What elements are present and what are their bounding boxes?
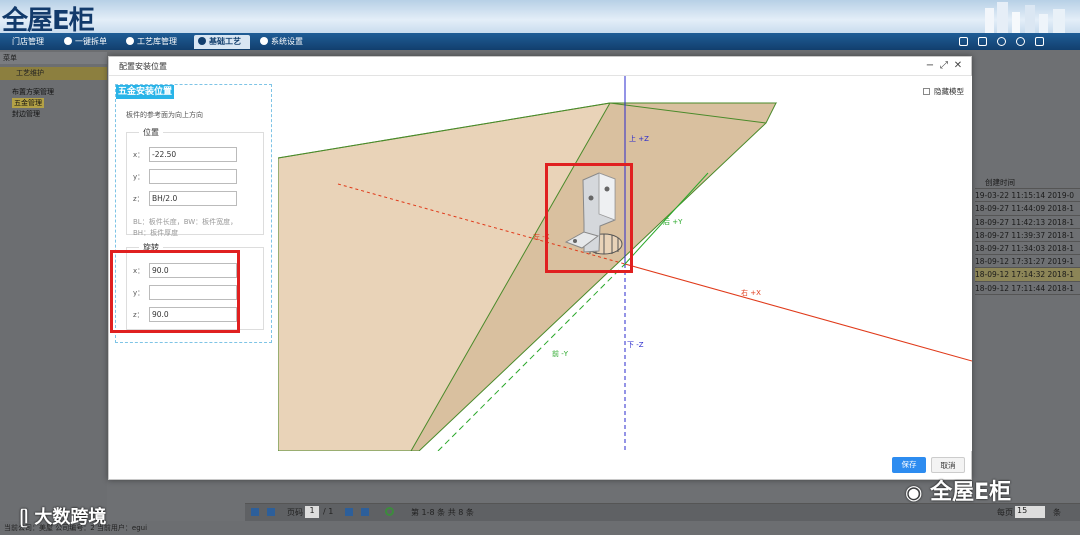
save-button[interactable]: 保存	[892, 457, 926, 473]
axis-label-down: 下 -Z	[627, 341, 644, 349]
position-legend: 位置	[139, 127, 163, 138]
skyline-decoration	[985, 2, 1065, 33]
table-row[interactable]: 19-03-22 11:15:14 2019-0	[975, 189, 1080, 203]
hardware-highlight-box	[545, 163, 633, 273]
watermark-left: ᥫ 大数跨境	[20, 507, 107, 528]
settings-icon	[260, 37, 268, 45]
page-label: 页码	[287, 508, 303, 517]
user-icon[interactable]	[997, 37, 1006, 46]
top-banner	[0, 0, 1080, 33]
data-table: 创建时间 19-03-22 11:15:14 2019-0 18-09-27 1…	[975, 176, 1080, 304]
table-row-highlighted[interactable]: 18-09-12 17:14:32 2018-1	[975, 268, 1080, 282]
pos-x-input[interactable]: -22.50	[149, 147, 237, 162]
pos-z-label: z：	[133, 195, 144, 203]
calendar-icon[interactable]	[978, 37, 987, 46]
exit-icon[interactable]	[1035, 37, 1044, 46]
sidebar-item-edge-banding[interactable]: 封边管理	[12, 109, 40, 119]
home-icon[interactable]	[959, 37, 968, 46]
check-icon	[64, 37, 72, 45]
3d-viewport[interactable]: 上 +Z 下 -Z 左 -X 右 +X 后 +Y 前 -Y	[278, 76, 972, 451]
tab-system-settings[interactable]: 系统设置	[256, 35, 316, 49]
axis-label-front: 前 -Y	[552, 350, 569, 358]
watermark-right: ◉ 全屋E柜	[905, 480, 1012, 505]
check-icon	[126, 37, 134, 45]
next-page-icon[interactable]	[345, 508, 353, 516]
page-total: / 1	[323, 507, 334, 516]
checkbox-icon[interactable]	[923, 88, 930, 95]
sidebar-item-hardware[interactable]: 五金管理	[12, 98, 44, 108]
table-row[interactable]: 18-09-12 17:11:44 2018-1	[975, 282, 1080, 295]
hide-model-checkbox[interactable]: 隐藏模型	[923, 86, 964, 97]
dialog-title: 配置安装位置	[109, 57, 971, 76]
pos-y-label: y：	[133, 173, 145, 181]
close-icon[interactable]: ✕	[952, 60, 964, 72]
position-fieldset: 位置 x： -22.50 y： z： BH/2.0 BL：板件长度，BW：板件宽…	[126, 127, 264, 237]
main-nav: 门店管理 一键拆单 工艺库管理 基础工艺 系统设置	[0, 33, 1080, 50]
rotation-highlight-box	[110, 250, 240, 333]
sidebar-header: 菜单	[0, 52, 107, 64]
sidebar-item-layout-plan[interactable]: 布置方案管理	[12, 87, 54, 97]
per-page-label: 每页	[997, 508, 1013, 517]
table-row[interactable]: 18-09-12 17:31:27 2019-1	[975, 255, 1080, 269]
gear-icon[interactable]	[1016, 37, 1025, 46]
tab-process-library[interactable]: 工艺库管理	[122, 35, 190, 49]
tab-one-click-split[interactable]: 一键拆单	[60, 35, 118, 49]
pos-y-input[interactable]	[149, 169, 237, 184]
last-page-icon[interactable]	[361, 508, 369, 516]
status-bar: 当前公司：美屋 公司编号：2 当前用户：egui	[0, 521, 1080, 535]
table-row[interactable]: 18-09-27 11:42:13 2018-1	[975, 216, 1080, 229]
per-page-select[interactable]: 15	[1015, 506, 1045, 518]
cancel-button[interactable]: 取消	[931, 457, 965, 473]
table-header: 创建时间	[975, 176, 1080, 190]
position-hint: BL：板件长度，BW：板件宽度，BH：板件厚度	[133, 218, 238, 237]
per-page-unit: 条	[1053, 508, 1061, 517]
x-axis-positive	[624, 263, 972, 362]
wechat-icon: ◉	[905, 480, 923, 504]
tab-store-management[interactable]: 门店管理	[8, 35, 58, 49]
table-row[interactable]: 18-09-27 11:34:03 2018-1	[975, 242, 1080, 256]
first-page-icon[interactable]	[251, 508, 259, 516]
table-row[interactable]: 18-09-27 11:39:37 2018-1	[975, 229, 1080, 242]
pos-x-label: x：	[133, 151, 145, 159]
table-row[interactable]: 18-09-27 11:44:09 2018-1	[975, 202, 1080, 216]
axis-label-back: 后 +Y	[663, 218, 683, 226]
sidebar	[0, 50, 107, 520]
globe-icon	[198, 37, 206, 45]
pager-summary: 第 1-8 条 共 8 条	[411, 508, 474, 517]
sidebar-section-process[interactable]: 工艺维护	[0, 67, 107, 80]
axis-label-right: 右 +X	[741, 289, 761, 297]
install-position-dialog: 配置安装位置 − ⤢ ✕ 五金安装位置 板件的参考面为向上方向 位置 x： -2…	[108, 56, 972, 480]
app-logo: 全屋E柜	[2, 6, 95, 36]
maximize-icon[interactable]: ⤢	[938, 60, 950, 72]
panel-title: 五金安装位置	[116, 85, 175, 99]
minimize-icon[interactable]: −	[924, 60, 936, 72]
watermark-logo-icon: ᥫ	[20, 508, 29, 527]
panel-description: 板件的参考面为向上方向	[126, 111, 203, 119]
page-input[interactable]: 1	[305, 506, 319, 518]
refresh-icon[interactable]	[385, 507, 394, 516]
axis-label-up: 上 +Z	[629, 135, 649, 143]
tab-basic-process[interactable]: 基础工艺	[194, 35, 250, 49]
prev-page-icon[interactable]	[267, 508, 275, 516]
pos-z-input[interactable]: BH/2.0	[149, 191, 237, 206]
